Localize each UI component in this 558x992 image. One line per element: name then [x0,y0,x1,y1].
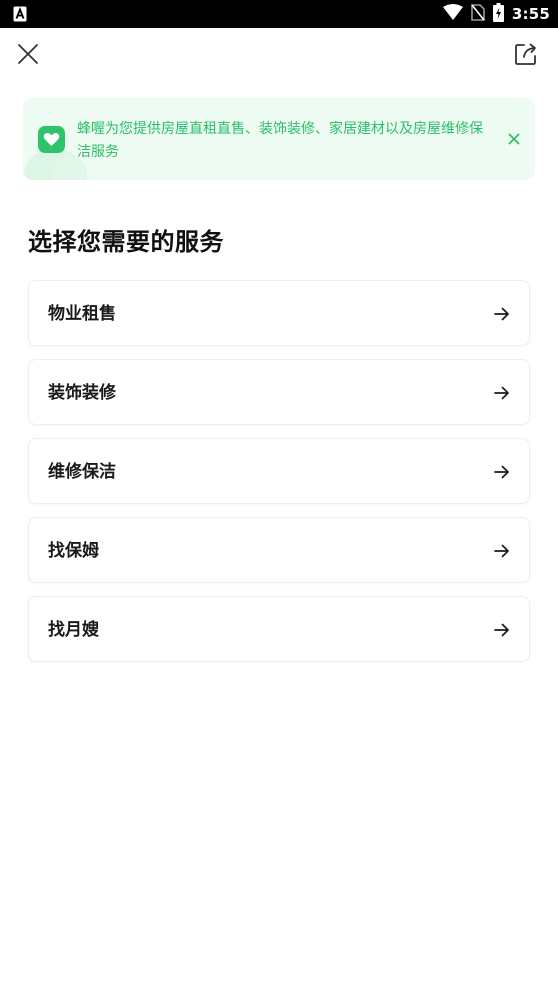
close-icon [508,133,520,145]
service-item-nanny[interactable]: 找保姆 [28,517,530,583]
close-icon [18,44,38,64]
arrow-right-icon [494,623,509,637]
service-item-property[interactable]: 物业租售 [28,280,530,346]
share-icon [515,43,536,65]
service-item-repair-cleaning[interactable]: 维修保洁 [28,438,530,504]
heart-icon [38,126,65,153]
battery-charging-icon [492,2,504,26]
arrow-right-icon [494,465,509,479]
service-list: 物业租售 装饰装修 维修保洁 找保姆 找月嫂 [28,280,530,675]
service-item-decoration[interactable]: 装饰装修 [28,359,530,425]
share-button[interactable] [510,38,542,70]
status-icons: 3:55 [442,0,550,28]
service-label: 装饰装修 [48,383,116,403]
no-sim-icon [471,3,485,25]
arrow-right-icon [494,386,509,400]
service-label: 维修保洁 [48,462,116,482]
status-time: 3:55 [511,5,550,23]
info-banner: 蜂喔为您提供房屋直租直售、装饰装修、家居建材以及房屋维修保洁服务 [23,98,535,180]
banner-close-button[interactable] [505,130,523,148]
app-screen: 3:55 蜂喔为您提供房屋直租直售、装饰装修、家居建材以及房屋维修保洁服务 选择… [0,0,558,992]
status-bar: 3:55 [0,0,558,28]
arrow-right-icon [494,544,509,558]
wifi-icon [442,4,463,24]
notification-a-icon [13,6,27,22]
banner-text: 蜂喔为您提供房屋直租直售、装饰装修、家居建材以及房屋维修保洁服务 [77,121,483,160]
service-label: 物业租售 [48,304,116,324]
service-label: 找保姆 [48,541,99,561]
page-title: 选择您需要的服务 [28,228,224,256]
close-button[interactable] [12,38,44,70]
service-label: 找月嫂 [48,620,99,640]
service-item-maternity-nurse[interactable]: 找月嫂 [28,596,530,662]
arrow-right-icon [494,307,509,321]
